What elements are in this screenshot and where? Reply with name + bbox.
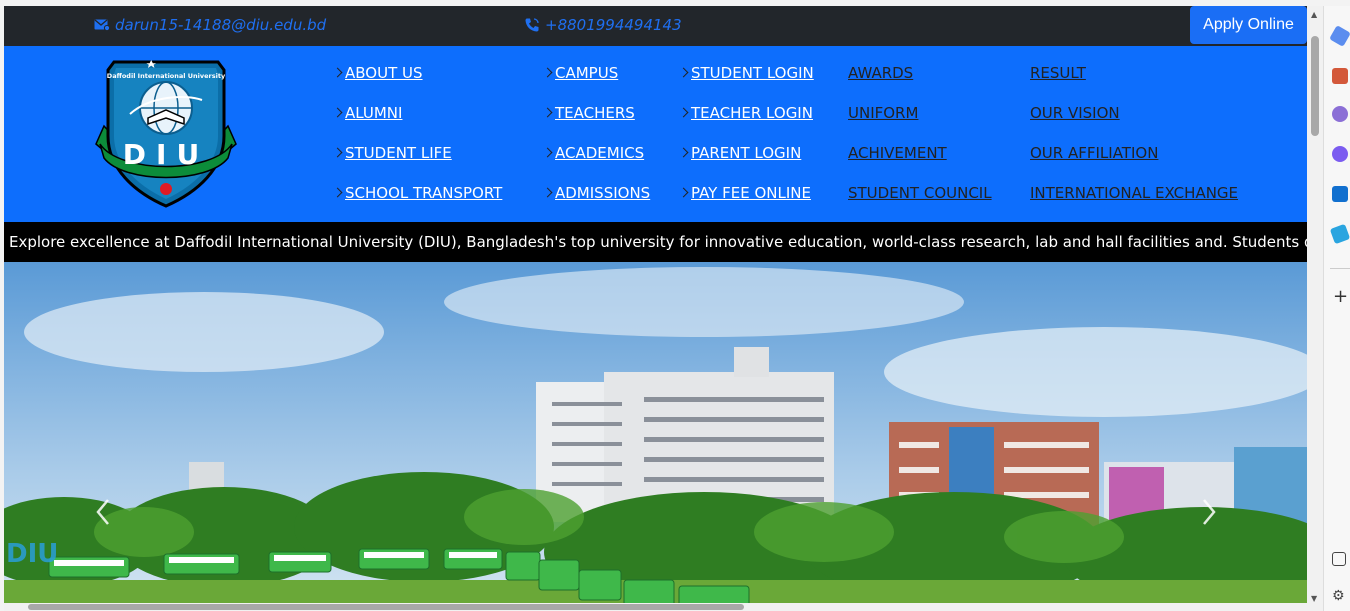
hero-carousel: DIU — [4, 262, 1307, 611]
gear-icon[interactable]: ⚙ — [1332, 588, 1345, 604]
chevron-left-icon — [96, 499, 109, 525]
vertical-scrollbar[interactable]: ▲ ▼ — [1307, 6, 1323, 611]
chevron-right-icon — [332, 67, 343, 78]
chevron-right-icon — [678, 187, 689, 198]
email-text[interactable]: darun15-14188@diu.edu.bd — [115, 16, 326, 34]
sidebar-toggle-icon[interactable] — [1332, 552, 1346, 566]
nav-student-life[interactable]: STUDENT LIFE — [332, 144, 502, 184]
nav-result[interactable]: RESULT — [1030, 64, 1238, 104]
chevron-right-icon — [1203, 499, 1216, 525]
chevron-right-icon — [332, 187, 343, 198]
page-viewport: darun15-14188@diu.edu.bd +8801994494143 … — [4, 6, 1307, 611]
phone-icon — [525, 18, 539, 32]
university-logo[interactable]: Daffodil International University DIU — [90, 56, 242, 208]
hero-watermark: DIU — [6, 539, 58, 569]
horizontal-scrollbar[interactable] — [4, 603, 1307, 611]
browser-frame: darun15-14188@diu.edu.bd +8801994494143 … — [0, 0, 1350, 611]
nav-column-1: ABOUT US ALUMNI STUDENT LIFE SCHOOL TRAN… — [332, 64, 502, 224]
nav-student-council[interactable]: STUDENT COUNCIL — [848, 184, 992, 224]
chevron-right-icon — [678, 67, 689, 78]
scroll-down-arrow-icon[interactable]: ▼ — [1311, 594, 1317, 603]
vertical-scroll-thumb[interactable] — [1311, 36, 1319, 136]
email-contact[interactable]: darun15-14188@diu.edu.bd — [94, 16, 326, 34]
nav-achivement[interactable]: ACHIVEMENT — [848, 144, 992, 184]
nav-uniform[interactable]: UNIFORM — [848, 104, 992, 144]
ticker-text: Explore excellence at Daffodil Internati… — [9, 233, 1307, 251]
nav-our-vision[interactable]: OUR VISION — [1030, 104, 1238, 144]
chevron-right-icon — [542, 187, 553, 198]
send-icon[interactable] — [1329, 223, 1350, 245]
chevron-right-icon — [542, 67, 553, 78]
briefcase-icon[interactable] — [1332, 68, 1348, 84]
nav-school-transport[interactable]: SCHOOL TRANSPORT — [332, 184, 502, 224]
nav-awards[interactable]: AWARDS — [848, 64, 992, 104]
nav-column-4: AWARDS UNIFORM ACHIVEMENT STUDENT COUNCI… — [848, 64, 992, 224]
logo-letters: DIU — [123, 138, 209, 171]
nav-international-exchange[interactable]: INTERNATIONAL EXCHANGE — [1030, 184, 1238, 224]
nav-column-5: RESULT OUR VISION OUR AFFILIATION INTERN… — [1030, 64, 1238, 224]
chevron-right-icon — [542, 107, 553, 118]
divider — [1330, 268, 1350, 269]
add-icon[interactable]: + — [1333, 286, 1348, 307]
chevron-right-icon — [678, 107, 689, 118]
nav-teachers[interactable]: TEACHERS — [542, 104, 650, 144]
phone-contact[interactable]: +8801994494143 — [524, 16, 682, 34]
nav-about-us[interactable]: ABOUT US — [332, 64, 502, 104]
copilot-icon[interactable] — [1332, 146, 1348, 162]
tag-icon[interactable] — [1329, 25, 1350, 47]
nav-student-login[interactable]: STUDENT LOGIN — [678, 64, 814, 104]
chevron-right-icon — [332, 147, 343, 158]
phone-text[interactable]: +8801994494143 — [545, 16, 682, 34]
carousel-next-button[interactable] — [1194, 492, 1224, 532]
logo-university-name: Daffodil International University — [107, 72, 226, 80]
chevron-right-icon — [542, 147, 553, 158]
mail-icon — [94, 19, 110, 32]
chevron-right-icon — [332, 107, 343, 118]
scroll-up-arrow-icon[interactable]: ▲ — [1311, 10, 1317, 19]
nav-parent-login[interactable]: PARENT LOGIN — [678, 144, 814, 184]
contact-bar: darun15-14188@diu.edu.bd +8801994494143 … — [4, 6, 1307, 46]
nav-academics[interactable]: ACADEMICS — [542, 144, 650, 184]
chevron-right-icon — [678, 147, 689, 158]
nav-our-affiliation[interactable]: OUR AFFILIATION — [1030, 144, 1238, 184]
nav-teacher-login[interactable]: TEACHER LOGIN — [678, 104, 814, 144]
nav-campus[interactable]: CAMPUS — [542, 64, 650, 104]
announcement-ticker: Explore excellence at Daffodil Internati… — [4, 222, 1307, 262]
browser-sidebar: + ⚙ — [1323, 6, 1350, 611]
nav-column-3: STUDENT LOGIN TEACHER LOGIN PARENT LOGIN… — [678, 64, 814, 224]
people-icon[interactable] — [1332, 106, 1348, 122]
nav-admissions[interactable]: ADMISSIONS — [542, 184, 650, 224]
outlook-icon[interactable] — [1332, 186, 1348, 202]
nav-pay-fee-online[interactable]: PAY FEE ONLINE — [678, 184, 814, 224]
carousel-prev-button[interactable] — [88, 492, 118, 532]
nav-alumni[interactable]: ALUMNI — [332, 104, 502, 144]
horizontal-scroll-thumb[interactable] — [28, 604, 744, 610]
nav-column-2: CAMPUS TEACHERS ACADEMICS ADMISSIONS — [542, 64, 650, 224]
main-navigation: Daffodil International University DIU AB… — [4, 46, 1307, 222]
apply-online-button[interactable]: Apply Online — [1190, 6, 1307, 44]
campus-photo: DIU — [4, 262, 1307, 611]
